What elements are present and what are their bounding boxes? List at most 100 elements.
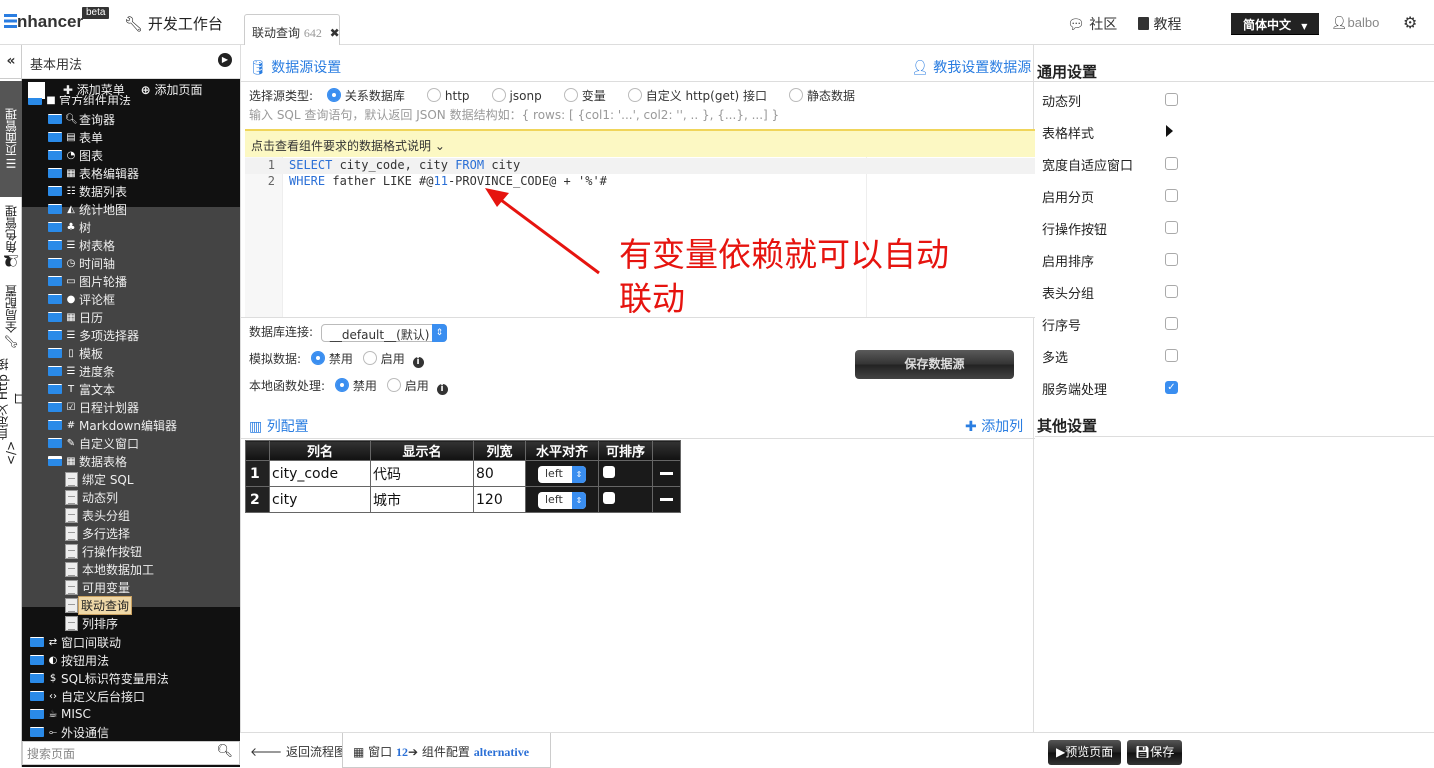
tree-node[interactable]: ⟜ 外设通信 [30, 723, 109, 739]
setting-checkbox[interactable] [1165, 253, 1178, 266]
column-name-input[interactable]: city [269, 486, 371, 513]
tree-node[interactable]: ☑ 日程计划器 [48, 398, 139, 416]
tree-node[interactable]: ▦ 表格编辑器 [48, 164, 139, 182]
search-icon[interactable]: 🔍︎ [216, 744, 233, 759]
tree-node[interactable]: ▯ 模板 [48, 344, 103, 362]
tree-node[interactable]: 表头分组 [65, 506, 130, 524]
sortable-checkbox[interactable] [603, 465, 615, 478]
source-type-radio[interactable] [563, 88, 578, 102]
vtab-custom-http[interactable]: </> 自定义 Http 接口 [0, 357, 27, 465]
align-select[interactable]: left ⇕ [538, 491, 586, 509]
db-connection-select[interactable]: __default__(默认) ⇕ [320, 323, 447, 342]
preview-page-button[interactable]: ▶预览页面 [1048, 740, 1122, 765]
setting-checkbox[interactable] [1165, 157, 1178, 170]
sql-line[interactable]: 1 SELECT city_code, city FROM city [245, 158, 1035, 174]
tree-node[interactable]: $ SQL标识符变量用法 [30, 669, 169, 687]
workbench-link[interactable]: 🔧︎ 开发工作台 [124, 13, 223, 34]
setting-checkbox[interactable] [1165, 317, 1178, 330]
app-logo[interactable]: nhancer [4, 12, 83, 32]
caret-right-icon[interactable] [1166, 125, 1173, 137]
mock-disable-radio[interactable] [310, 351, 325, 365]
local-fn-disable-radio[interactable] [334, 378, 349, 392]
tree-node[interactable]: ◷ 时间轴 [48, 254, 115, 272]
setting-checkbox[interactable] [1165, 285, 1178, 298]
tutorial-link[interactable]: 教程 [1138, 14, 1181, 34]
setting-checkbox[interactable] [1165, 189, 1178, 202]
source-type-radio[interactable] [326, 88, 341, 102]
user-menu[interactable]: 👤︎balbo [1331, 15, 1379, 31]
tree-node[interactable]: 联动查询 [65, 595, 133, 615]
display-name-input[interactable]: 代码 [370, 460, 474, 487]
tree-node[interactable]: ▦ 日历 [48, 308, 103, 326]
tree-node[interactable]: 动态列 [65, 488, 118, 506]
setting-checkbox[interactable]: ✓ [1165, 381, 1178, 394]
display-name-input[interactable]: 城市 [370, 486, 474, 513]
tree-node[interactable]: ▦ 数据表格 [48, 452, 127, 470]
tree-node[interactable]: ☰ 多项选择器 [48, 326, 139, 344]
tree-node[interactable]: ‹› 自定义后台接口 [30, 687, 145, 705]
mock-enable-radio[interactable] [362, 351, 377, 365]
tree-node[interactable]: ● 评论框 [48, 290, 115, 308]
setting-checkbox[interactable] [1165, 349, 1178, 362]
vtab-global-config[interactable]: 🔧︎ 全局配置 [0, 277, 22, 357]
vtab-page-management[interactable]: ☰ 页面管理 [0, 81, 22, 197]
tree-node[interactable]: # Markdown编辑器 [48, 416, 177, 434]
source-type-radio[interactable] [789, 88, 804, 102]
gears-icon[interactable]: ⚙ [1403, 13, 1417, 32]
remove-row-icon[interactable] [660, 472, 673, 475]
column-name-input[interactable]: city_code [269, 460, 371, 487]
folder-icon [30, 709, 44, 719]
save-button[interactable]: 💾︎保存 [1127, 740, 1183, 765]
play-icon[interactable]: ▶ [218, 53, 232, 67]
info-icon[interactable]: i [412, 357, 424, 368]
tree-node[interactable]: ☰ 树表格 [48, 236, 115, 254]
tree-node[interactable]: ◔ 图表 [48, 146, 103, 164]
source-type-radio[interactable] [491, 88, 506, 102]
vtab-role-management[interactable]: 👥︎ 角色管理 [0, 197, 22, 277]
setting-checkbox[interactable] [1165, 93, 1178, 106]
format-notice[interactable]: 点击查看组件要求的数据格式说明 ⌄ [245, 129, 1035, 157]
sortable-checkbox[interactable] [603, 491, 615, 504]
tree-node[interactable]: 🔍︎ 查询器 [48, 110, 115, 128]
tree-node[interactable]: ▤ 表单 [48, 128, 103, 146]
tree-node[interactable]: ☷ 数据列表 [48, 182, 127, 200]
column-width-input[interactable]: 80 [473, 460, 526, 487]
tree-node[interactable]: ◭ 统计地图 [48, 200, 127, 218]
tab-linked-query[interactable]: 联动查询 642 ✖ [244, 14, 340, 46]
save-datasource-button[interactable]: 保存数据源 [855, 350, 1014, 379]
remove-row-icon[interactable] [660, 498, 673, 501]
info-icon[interactable]: i [436, 384, 448, 395]
close-icon[interactable]: ✖ [330, 26, 340, 40]
sql-line[interactable]: 2 WHERE father LIKE #@11-PROVINCE_CODE@ +… [245, 174, 1035, 190]
tree-node[interactable]: ♣ 树 [48, 218, 91, 236]
column-width-input[interactable]: 120 [473, 486, 526, 513]
setting-checkbox[interactable] [1165, 221, 1178, 234]
collapse-icon[interactable]: « [0, 45, 22, 79]
tree-node[interactable]: 本地数据加工 [65, 560, 154, 578]
add-page-button[interactable]: ⊕ 添加页面 [141, 83, 203, 97]
tree-node[interactable]: ▭ 图片轮播 [48, 272, 127, 290]
tree-node[interactable]: ✎ 自定义窗口 [48, 434, 139, 452]
align-select[interactable]: left ⇕ [538, 465, 586, 483]
language-select[interactable]: 简体中文 ▼ [1231, 13, 1319, 35]
window-breadcrumb[interactable]: ▦ 窗口 12➔ 组件配置 alternative [342, 733, 551, 768]
tree-node[interactable]: ◐ 按钮用法 [30, 651, 109, 669]
tree-node[interactable]: 可用变量 [65, 578, 130, 596]
tree-node[interactable]: ☰ 进度条 [48, 362, 115, 380]
tree-node[interactable]: 绑定 SQL [65, 470, 134, 488]
datasource-help-link[interactable]: 👤︎ 教我设置数据源 [911, 57, 1031, 77]
tree-node[interactable]: T 富文本 [48, 380, 115, 398]
add-column-button[interactable]: ✚ 添加列 [965, 416, 1023, 436]
source-type-radio[interactable] [627, 88, 642, 102]
back-to-flow-button[interactable]: 🡐 返回流程图 [240, 733, 356, 768]
source-type-radio[interactable] [426, 88, 441, 102]
tree-node-root[interactable]: ■ 官方组件用法 [28, 95, 131, 105]
tree-node[interactable]: 多行选择 [65, 524, 130, 542]
page-search-input[interactable]: 搜索页面 🔍︎ [22, 741, 240, 765]
tree-node[interactable]: 列排序 [65, 614, 118, 632]
tree-node[interactable]: 行操作按钮 [65, 542, 142, 560]
tree-node[interactable]: ⇄ 窗口间联动 [30, 633, 121, 651]
tree-node[interactable]: ☕︎ MISC [30, 705, 91, 723]
local-fn-enable-radio[interactable] [386, 378, 401, 392]
community-link[interactable]: 💬︎ 社区 [1067, 14, 1117, 34]
